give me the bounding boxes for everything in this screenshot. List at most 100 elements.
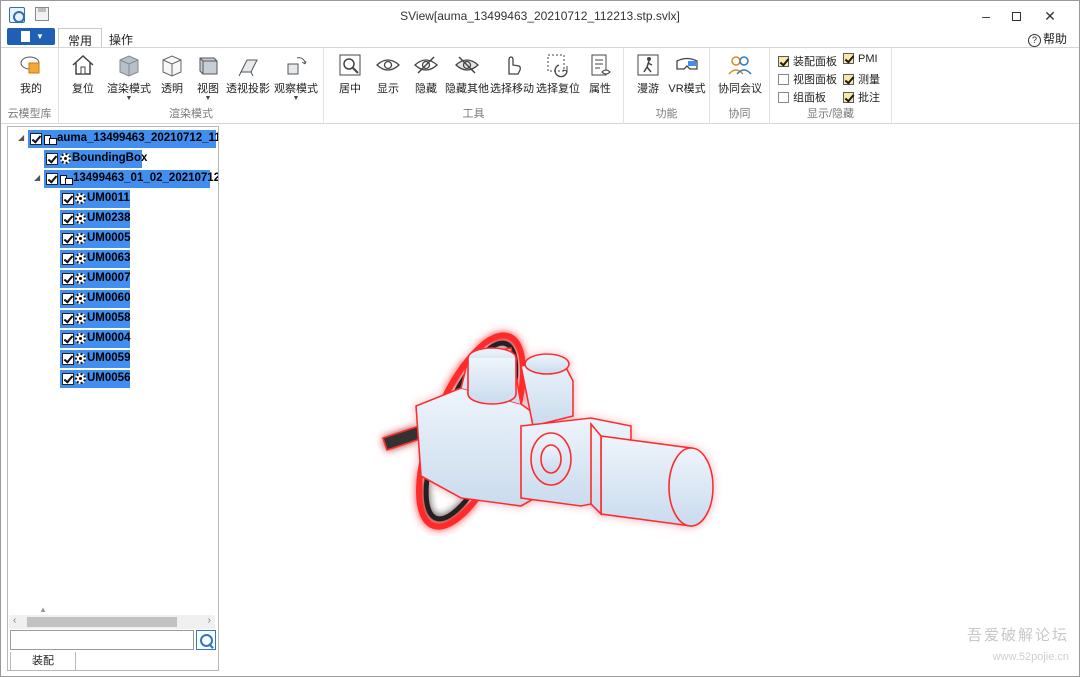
render-mode-button[interactable]: 渲染模式 ▼	[103, 52, 155, 104]
tree-checkbox[interactable]	[62, 233, 74, 245]
wireframe-cube-icon	[162, 55, 182, 77]
tree-checkbox[interactable]	[62, 333, 74, 345]
gear-icon	[75, 313, 86, 324]
scroll-up-icon[interactable]: ▲	[39, 605, 47, 614]
hide-others-button[interactable]: 隐藏其他	[444, 52, 490, 104]
tab-common[interactable]: 常用	[58, 28, 103, 48]
my-models-label: 我的	[20, 83, 42, 95]
group-collab-label: 协同	[728, 108, 751, 120]
tree-node-part[interactable]: UM0005	[8, 230, 218, 248]
model-viewport[interactable]: 吾爱破解论坛 www.52pojie.cn	[221, 126, 1077, 673]
tree-search-input[interactable]	[10, 630, 194, 650]
chevron-down-icon: ▼	[292, 95, 300, 102]
horizontal-scrollbar[interactable]: ‹ ›	[9, 615, 215, 629]
select-move-button[interactable]: 选择移动	[490, 52, 534, 104]
tree-node-part[interactable]: UM0238	[8, 210, 218, 228]
tree-checkbox[interactable]	[62, 273, 74, 285]
tree-node-part[interactable]: UM0058	[8, 310, 218, 328]
tree-node-part[interactable]: UM0059	[8, 350, 218, 368]
tree-node-label: UM0056	[87, 372, 131, 384]
vr-mode-button[interactable]: VR模式	[668, 52, 706, 104]
scroll-right-icon[interactable]: ›	[208, 615, 211, 626]
tree-checkbox[interactable]	[30, 133, 42, 145]
title-bar: SView[auma_13499463_20210712_112213.stp.…	[1, 1, 1079, 29]
perspective-label: 透视投影	[226, 83, 270, 95]
assembly-panel-checkbox[interactable]: 装配面板	[778, 53, 837, 69]
search-button[interactable]	[196, 630, 216, 650]
file-menu-button[interactable]: ▼	[7, 28, 55, 45]
vr-headset-icon	[676, 57, 698, 70]
collapse-icon[interactable]: ◢	[34, 173, 40, 182]
perspective-icon	[238, 59, 258, 77]
annotation-checkbox[interactable]: 批注	[843, 89, 880, 105]
tree-checkbox[interactable]	[62, 293, 74, 305]
measure-checkbox[interactable]: 测量	[843, 71, 880, 87]
perspective-button[interactable]: 透视投影	[225, 52, 271, 104]
properties-icon	[591, 54, 611, 76]
properties-button[interactable]: 属性	[582, 52, 618, 104]
watermark-url: www.52pojie.cn	[992, 651, 1069, 663]
center-button[interactable]: 居中	[332, 52, 368, 104]
scroll-left-icon[interactable]: ‹	[13, 615, 16, 626]
tree-node-label: UM0059	[87, 352, 131, 364]
select-reset-button[interactable]: 选择复位	[536, 52, 580, 104]
assembly-panel-label: 装配面板	[793, 56, 837, 68]
transparent-button[interactable]: 透明	[155, 52, 189, 104]
view-panel-checkbox[interactable]: 视图面板	[778, 71, 837, 87]
hand-pointer-icon	[508, 56, 521, 75]
show-button[interactable]: 显示	[370, 52, 406, 104]
tree-node-label: BoundingBox	[72, 152, 148, 164]
group-panel-checkbox[interactable]: 组面板	[778, 89, 826, 105]
tree-node-part[interactable]: UM0011	[8, 190, 218, 208]
help-button[interactable]: ? 帮助	[1027, 30, 1067, 47]
tree-node-part[interactable]: UM0007	[8, 270, 218, 288]
close-button[interactable]: ✕	[1035, 7, 1065, 25]
chevron-down-icon: ▼	[125, 95, 133, 102]
tree-checkbox[interactable]	[62, 353, 74, 365]
tree-checkbox[interactable]	[62, 253, 74, 265]
chevron-down-icon: ▼	[36, 32, 44, 41]
observe-mode-label: 观察模式	[274, 83, 318, 95]
tree-node-subassembly[interactable]: ◢ 13499463_01_02_20210712	[8, 170, 218, 188]
maximize-button[interactable]	[1001, 7, 1031, 25]
tree-checkbox[interactable]	[62, 193, 74, 205]
gear-icon	[75, 353, 86, 364]
view-label: 视图	[197, 83, 219, 95]
tree-checkbox[interactable]	[46, 153, 58, 165]
pmi-checkbox[interactable]: PMI	[843, 53, 878, 65]
collab-meeting-button[interactable]: 协同会议	[716, 52, 764, 104]
reset-button[interactable]: 复位	[65, 52, 101, 104]
tree-checkbox[interactable]	[46, 173, 58, 185]
group-cloud-label: 云模型库	[7, 108, 52, 120]
help-label: 帮助	[1042, 32, 1067, 46]
watermark-text: 吾爱破解论坛	[966, 627, 1069, 644]
tree-checkbox[interactable]	[62, 373, 74, 385]
tree-node-root[interactable]: ◢ auma_13499463_20210712_112	[8, 130, 218, 148]
tab-operations[interactable]: 操作	[100, 28, 142, 48]
tree-checkbox[interactable]	[62, 313, 74, 325]
roam-button[interactable]: 漫游	[630, 52, 666, 104]
tree-node-label: UM0058	[87, 312, 131, 324]
group-render-label: 渲染模式	[169, 108, 213, 120]
measure-label: 测量	[858, 74, 880, 86]
minimize-button[interactable]: –	[971, 7, 1001, 25]
tree-node-boundingbox[interactable]: BoundingBox	[8, 150, 218, 168]
tree-node-part[interactable]: UM0063	[8, 250, 218, 268]
view-button[interactable]: 视图 ▼	[191, 52, 225, 104]
scrollbar-thumb[interactable]	[27, 617, 177, 627]
observe-mode-button[interactable]: 观察模式 ▼	[273, 52, 319, 104]
collapse-icon[interactable]: ◢	[18, 133, 24, 142]
actuator-3d-model[interactable]	[221, 126, 1077, 673]
tree-node-part[interactable]: UM0056	[8, 370, 218, 388]
tree-node-part[interactable]: UM0060	[8, 290, 218, 308]
render-mode-label: 渲染模式	[107, 83, 151, 95]
assembly-tree-panel: ◢ auma_13499463_20210712_112 BoundingBox…	[7, 126, 219, 671]
my-models-button[interactable]: 我的	[11, 52, 51, 104]
tree-node-part[interactable]: UM0004	[8, 330, 218, 348]
shaded-cube-icon	[119, 55, 139, 77]
tab-assembly[interactable]: 装配	[10, 652, 76, 671]
tree-node-label: UM0011	[87, 192, 130, 204]
eye-icon	[376, 59, 400, 71]
hide-button[interactable]: 隐藏	[408, 52, 444, 104]
tree-checkbox[interactable]	[62, 213, 74, 225]
